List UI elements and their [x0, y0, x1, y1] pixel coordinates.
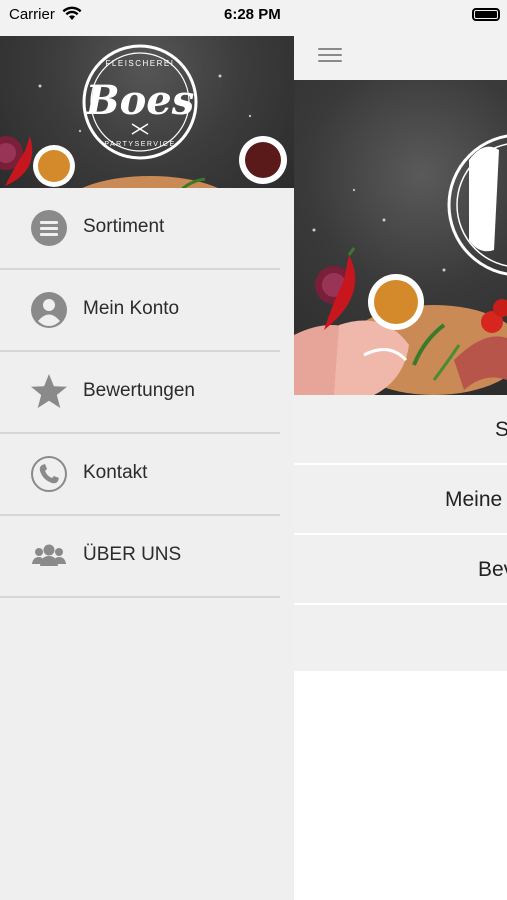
group-icon [32, 544, 66, 566]
header-food-illustration: Boes FLEISCHEREI PARTYSERVICE [0, 44, 287, 188]
drawer-item-label: ÜBER UNS [83, 544, 182, 565]
drawer-item-kontakt[interactable]: Kontakt [0, 434, 280, 516]
drawer-menu-list: Sortiment Mein Konto Bewertungen Kontakt [0, 188, 280, 598]
status-bar-left: Carrier 6:28 PM [0, 0, 294, 36]
brand-logo: Boes FLEISCHEREI PARTYSERVICE [82, 44, 198, 160]
main-menu-list: S Meine Bev [294, 395, 507, 671]
carrier-label: Carrier [9, 6, 55, 23]
list-icon [31, 210, 67, 246]
logo-top-text: FLEISCHEREI [106, 59, 175, 68]
main-menu-item-meine[interactable]: Meine [294, 465, 507, 535]
logo-bottom-text: PARTYSERVICE [104, 141, 175, 148]
main-menu-item-sortiment[interactable]: S [294, 395, 507, 465]
drawer-item-ueber-uns[interactable]: ÜBER UNS [0, 516, 280, 598]
main-menu-item-label: Meine [445, 488, 503, 511]
phone-icon [31, 456, 67, 492]
navigation-bar [294, 36, 507, 80]
hero-banner-image [294, 80, 507, 395]
hamburger-menu-icon[interactable] [318, 45, 344, 65]
drawer-item-label: Kontakt [83, 462, 148, 483]
status-bar: Carrier 6:28 PM [0, 0, 507, 36]
drawer-item-label: Sortiment [83, 216, 165, 237]
wifi-icon [62, 6, 82, 20]
drawer-item-mein-konto[interactable]: Mein Konto [0, 270, 280, 352]
drawer-item-label: Bewertungen [83, 380, 195, 401]
battery-icon [472, 8, 500, 21]
main-menu-item-label: Bev [478, 558, 507, 581]
hero-food-illustration [294, 134, 507, 395]
main-menu-item-label: S [495, 418, 507, 442]
drawer-item-bewertungen[interactable]: Bewertungen [0, 352, 280, 434]
main-content: S Meine Bev [294, 36, 507, 900]
status-bar-right [294, 0, 507, 36]
drawer-item-label: Mein Konto [83, 298, 180, 319]
clock-time: 6:28 PM [224, 6, 281, 23]
star-icon [31, 374, 67, 408]
drawer-item-sortiment[interactable]: Sortiment [0, 188, 280, 270]
side-drawer: Boes FLEISCHEREI PARTYSERVICE Sortiment … [0, 36, 294, 900]
account-icon [31, 292, 67, 328]
drawer-header-image: Boes FLEISCHEREI PARTYSERVICE [0, 36, 294, 188]
logo-brand-text: Boes [85, 77, 194, 124]
main-menu-item-bewertungen[interactable]: Bev [294, 535, 507, 605]
main-menu-empty-row [294, 605, 507, 671]
